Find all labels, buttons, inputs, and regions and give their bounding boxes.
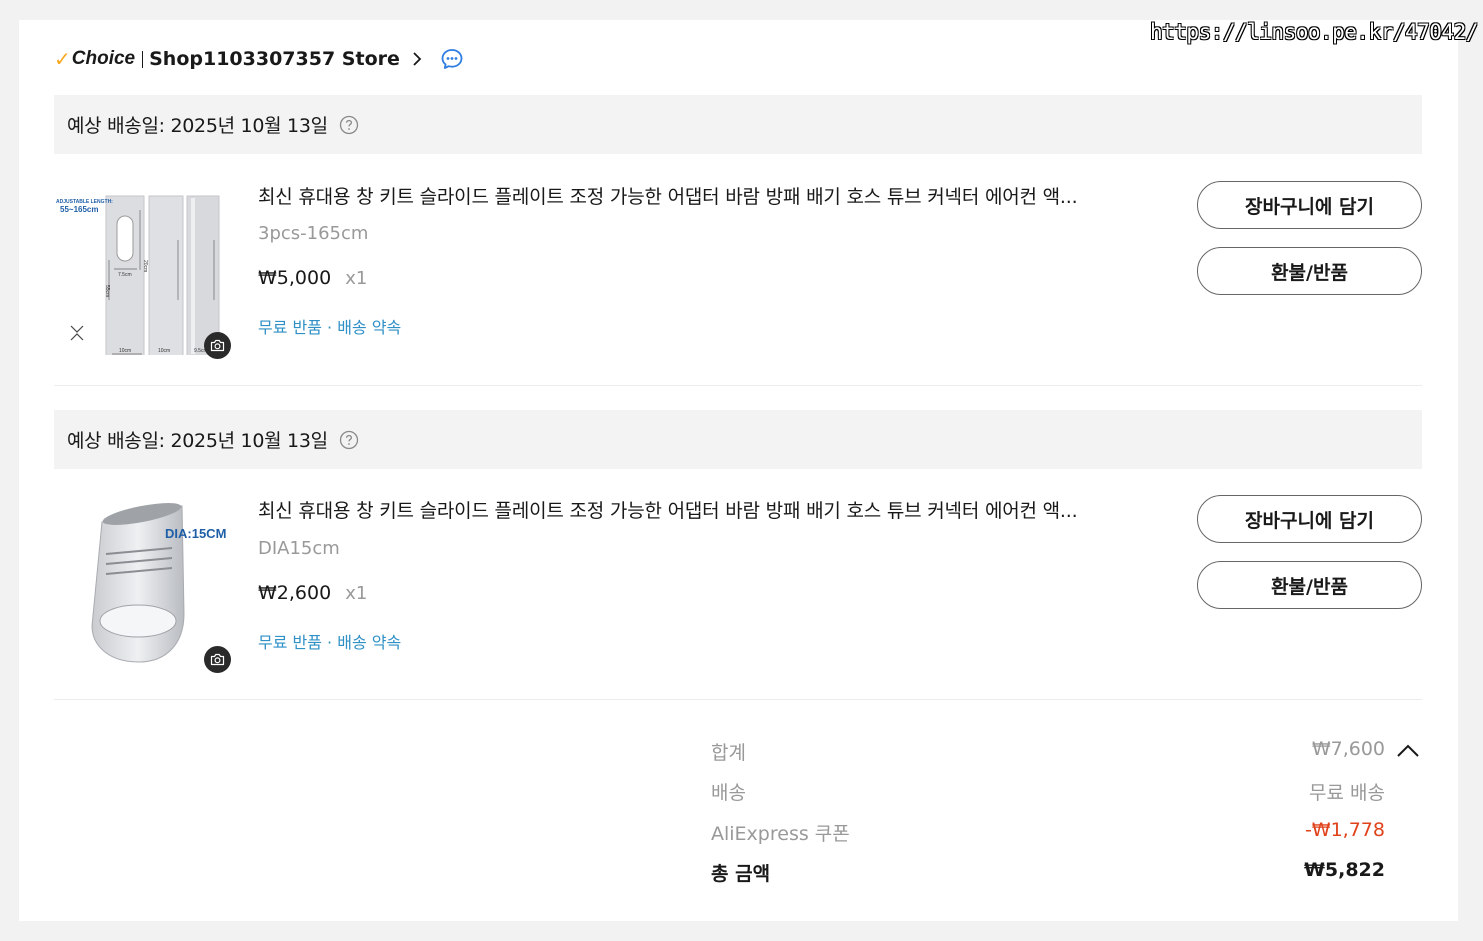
refund-return-button[interactable]: 환불/반품 [1197,247,1422,295]
divider [54,385,1422,386]
image-text-55cm: 55cm [104,285,110,297]
delivery-date-bar: 예상 배송일: 2025년 10월 13일 [54,410,1422,469]
shipping-value: 무료 배송 [1309,782,1385,804]
chevron-right-icon[interactable] [412,51,422,67]
image-text-length: 55~165cm [60,205,98,214]
product-variant: DIA15cm [258,538,340,559]
choice-badge: Choice [71,48,136,69]
free-return-promise-link[interactable]: 무료 반품 · 배송 약속 [258,314,401,338]
product-variant: 3pcs-165cm [258,223,369,244]
image-text-7-5cm: 7.5cm [118,272,132,278]
product-price: ₩5,000 [258,267,332,289]
delivery-date-bar: 예상 배송일: 2025년 10월 13일 [54,95,1422,154]
chat-icon[interactable] [440,47,464,71]
coupon-label: AliExpress 쿠폰 [711,823,850,845]
product-title-link[interactable]: 최신 휴대용 창 키트 슬라이드 플레이트 조정 가능한 어댑터 바람 방패 배… [258,496,1148,523]
product-quantity: x1 [345,583,368,604]
image-text-10cm: 10cm [119,348,131,354]
help-icon[interactable] [339,430,359,450]
camera-icon[interactable] [204,646,231,673]
total-label: 총 금액 [711,863,771,885]
delivery-date-text: 예상 배송일: 2025년 10월 13일 [67,115,328,137]
subtotal-label: 합계 [711,742,746,764]
choice-check-icon: ✓ [54,47,71,71]
refund-return-button[interactable]: 환불/반품 [1197,561,1422,609]
store-name-link[interactable]: Shop1103307357 Store [149,48,400,70]
order-card: ✓ Choice Shop1103307357 Store 예상 배송일: 20… [19,20,1458,921]
shipping-label: 배송 [711,782,746,804]
product-price-row: ₩2,600 x1 [258,582,367,604]
help-icon[interactable] [339,115,359,135]
store-separator [142,50,144,68]
coupon-value: -₩1,778 [1304,819,1385,841]
subtotal-value: ₩7,600 [1311,738,1385,760]
chevron-up-icon[interactable] [1396,743,1420,759]
image-text-dia: DIA:15CM [165,526,226,541]
product-image[interactable]: DIA:15CM [54,494,231,673]
total-value: ₩5,822 [1303,859,1385,881]
product-price: ₩2,600 [258,582,332,604]
delivery-date-text: 예상 배송일: 2025년 10월 13일 [67,430,328,452]
product-title-link[interactable]: 최신 휴대용 창 키트 슬라이드 플레이트 조정 가능한 어댑터 바람 방패 배… [258,182,1148,209]
camera-icon[interactable] [204,332,231,359]
add-to-cart-button[interactable]: 장바구니에 담기 [1197,495,1422,543]
divider [54,699,1422,700]
add-to-cart-button[interactable]: 장바구니에 담기 [1197,181,1422,229]
product-image[interactable]: ADJUSTABLE LENGTH: 55~165cm 20cm 55cm 7.… [54,180,231,359]
product-quantity: x1 [345,268,368,289]
store-header: ✓ Choice Shop1103307357 Store [54,44,464,74]
watermark-url: https://linsoo.pe.kr/47042/ [1150,20,1478,44]
image-text-20cm: 20cm [142,260,148,272]
image-text-10cm-b: 10cm [158,348,170,354]
free-return-promise-link[interactable]: 무료 반품 · 배송 약속 [258,629,401,653]
product-price-row: ₩5,000 x1 [258,267,367,289]
